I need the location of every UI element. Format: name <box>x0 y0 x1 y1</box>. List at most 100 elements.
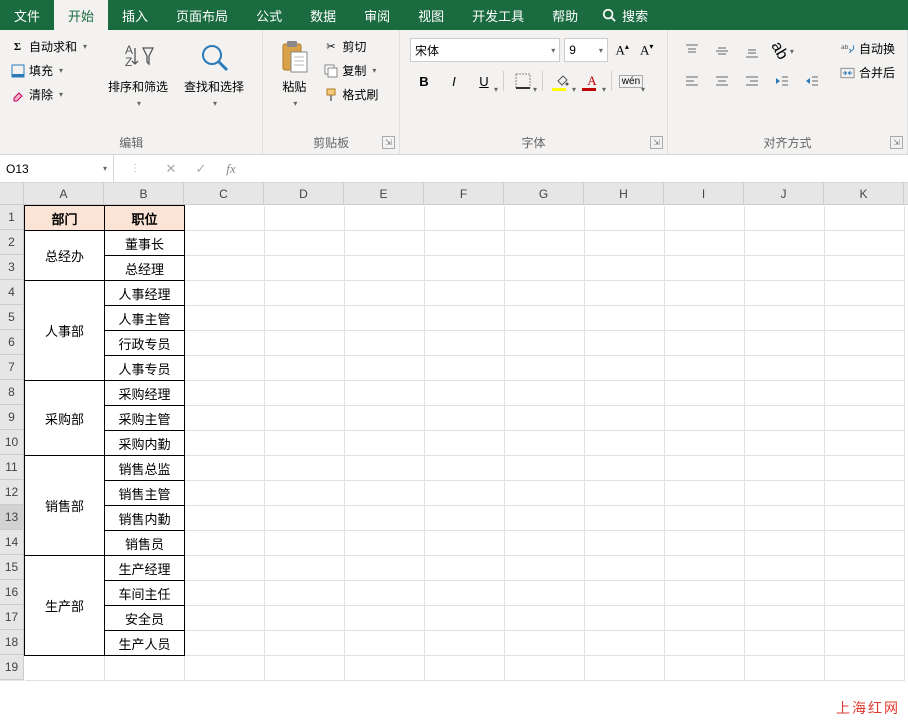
cell[interactable] <box>425 406 505 431</box>
wrap-text-button[interactable]: ab 自动换 <box>836 38 899 59</box>
cell[interactable] <box>665 256 745 281</box>
row-header-10[interactable]: 10 <box>0 430 24 455</box>
cell[interactable] <box>425 231 505 256</box>
tab-help[interactable]: 帮助 <box>538 0 592 30</box>
row-header-19[interactable]: 19 <box>0 655 24 680</box>
row-header-15[interactable]: 15 <box>0 555 24 580</box>
tab-home[interactable]: 开始 <box>54 0 108 30</box>
cell[interactable] <box>505 281 585 306</box>
cell[interactable] <box>265 581 345 606</box>
row-header-16[interactable]: 16 <box>0 580 24 605</box>
cell[interactable] <box>745 556 825 581</box>
cell[interactable]: 采购部 <box>25 381 105 456</box>
cell[interactable] <box>745 381 825 406</box>
align-right-button[interactable] <box>738 68 766 94</box>
cell[interactable] <box>825 656 905 681</box>
cell[interactable]: 安全员 <box>105 606 185 631</box>
cell[interactable] <box>185 506 265 531</box>
cell[interactable]: 职位 <box>105 206 185 231</box>
cell[interactable] <box>505 231 585 256</box>
fill-button[interactable]: 填充 ▾ <box>6 60 100 81</box>
align-center-button[interactable] <box>708 68 736 94</box>
align-middle-button[interactable] <box>708 38 736 64</box>
align-bottom-button[interactable] <box>738 38 766 64</box>
cell[interactable] <box>745 231 825 256</box>
cell[interactable] <box>345 606 425 631</box>
cell[interactable] <box>265 506 345 531</box>
cell[interactable]: 人事主管 <box>105 306 185 331</box>
cell[interactable] <box>345 231 425 256</box>
cell[interactable] <box>665 381 745 406</box>
cell[interactable] <box>665 356 745 381</box>
col-header-I[interactable]: I <box>664 183 744 204</box>
cell[interactable]: 总经理 <box>105 256 185 281</box>
cell[interactable] <box>585 231 665 256</box>
row-header-5[interactable]: 5 <box>0 305 24 330</box>
cell[interactable] <box>185 656 265 681</box>
cell[interactable] <box>505 331 585 356</box>
tab-dev[interactable]: 开发工具 <box>458 0 538 30</box>
cell[interactable] <box>425 206 505 231</box>
cell[interactable] <box>585 481 665 506</box>
cell[interactable] <box>265 481 345 506</box>
cell[interactable] <box>585 531 665 556</box>
cell[interactable] <box>745 431 825 456</box>
fill-color-button[interactable]: ▾ <box>548 68 576 94</box>
cell[interactable] <box>585 381 665 406</box>
cell[interactable] <box>25 656 105 681</box>
cell[interactable] <box>825 431 905 456</box>
enter-button[interactable]: ✓ <box>186 155 216 182</box>
cell[interactable] <box>585 406 665 431</box>
cell[interactable] <box>505 481 585 506</box>
row-header-18[interactable]: 18 <box>0 630 24 655</box>
cell[interactable] <box>665 306 745 331</box>
cell[interactable] <box>105 656 185 681</box>
cell[interactable] <box>425 656 505 681</box>
cell[interactable]: 生产人员 <box>105 631 185 656</box>
cell[interactable] <box>425 531 505 556</box>
row-header-14[interactable]: 14 <box>0 530 24 555</box>
font-launcher[interactable]: ⇲ <box>650 136 663 149</box>
increase-indent-button[interactable] <box>798 68 826 94</box>
cell[interactable] <box>185 581 265 606</box>
shrink-font-button[interactable]: A▾ <box>636 39 657 61</box>
cell[interactable] <box>505 556 585 581</box>
cell[interactable] <box>825 406 905 431</box>
align-top-button[interactable] <box>678 38 706 64</box>
col-header-A[interactable]: A <box>24 183 104 204</box>
cell[interactable]: 销售员 <box>105 531 185 556</box>
cell[interactable] <box>185 206 265 231</box>
cell[interactable] <box>425 581 505 606</box>
cell[interactable] <box>345 306 425 331</box>
cell[interactable] <box>505 306 585 331</box>
cell[interactable] <box>425 631 505 656</box>
cell[interactable] <box>345 556 425 581</box>
row-header-17[interactable]: 17 <box>0 605 24 630</box>
cell[interactable] <box>745 656 825 681</box>
cell[interactable] <box>345 356 425 381</box>
cell[interactable] <box>425 256 505 281</box>
cell[interactable] <box>825 331 905 356</box>
cell[interactable] <box>665 656 745 681</box>
cell[interactable] <box>185 256 265 281</box>
cell[interactable] <box>665 231 745 256</box>
cell[interactable] <box>745 506 825 531</box>
align-launcher[interactable]: ⇲ <box>890 136 903 149</box>
cell[interactable] <box>425 481 505 506</box>
cell[interactable] <box>585 256 665 281</box>
cell[interactable]: 采购主管 <box>105 406 185 431</box>
col-header-C[interactable]: C <box>184 183 264 204</box>
cell[interactable] <box>345 381 425 406</box>
cell[interactable] <box>825 531 905 556</box>
cell[interactable] <box>185 431 265 456</box>
cell[interactable] <box>505 656 585 681</box>
cell[interactable] <box>505 381 585 406</box>
formula-bar-options[interactable]: ⋮ <box>114 155 156 182</box>
cell[interactable] <box>585 281 665 306</box>
cell[interactable] <box>425 281 505 306</box>
cell[interactable] <box>745 406 825 431</box>
cell[interactable] <box>745 456 825 481</box>
cell[interactable] <box>185 306 265 331</box>
col-header-J[interactable]: J <box>744 183 824 204</box>
cut-button[interactable]: ✂ 剪切 <box>319 36 382 57</box>
